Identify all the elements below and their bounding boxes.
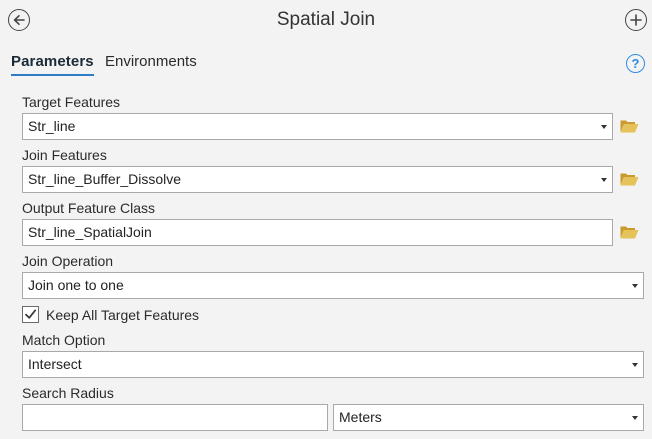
join-operation-label: Join Operation (22, 253, 114, 269)
match-option-dropdown[interactable]: Intersect (22, 351, 644, 378)
search-radius-unit-value: Meters (339, 409, 382, 425)
add-icon (630, 14, 642, 26)
pane-header: Spatial Join (0, 0, 652, 44)
chevron-down-icon (601, 125, 607, 129)
join-features-value: Str_line_Buffer_Dissolve (28, 171, 182, 187)
keep-all-target-features-checkbox[interactable] (22, 306, 39, 323)
chevron-down-icon (632, 284, 638, 288)
chevron-down-icon (601, 178, 607, 182)
match-option-value: Intersect (28, 356, 82, 372)
chevron-down-icon (632, 416, 638, 420)
search-radius-label: Search Radius (22, 385, 114, 401)
join-features-dropdown[interactable]: Str_line_Buffer_Dissolve (22, 166, 613, 193)
target-features-value: Str_line (28, 118, 76, 134)
output-feature-class-field[interactable]: Str_line_SpatialJoin (22, 219, 613, 246)
target-features-dropdown[interactable]: Str_line (22, 113, 613, 140)
target-features-label: Target Features (22, 94, 121, 110)
join-operation-dropdown[interactable]: Join one to one (22, 272, 644, 299)
browse-folder-icon[interactable] (620, 172, 639, 186)
browse-folder-icon[interactable] (620, 225, 639, 239)
output-feature-class-value: Str_line_SpatialJoin (28, 224, 152, 240)
tab-environments[interactable]: Environments (105, 53, 197, 70)
output-feature-class-label: Output Feature Class (22, 200, 156, 216)
checkmark-icon (25, 309, 37, 319)
keep-all-target-features-label: Keep All Target Features (46, 307, 200, 323)
join-features-label: Join Features (22, 147, 107, 163)
tab-parameters[interactable]: Parameters (11, 53, 94, 76)
add-button[interactable] (625, 9, 647, 31)
tool-title: Spatial Join (276, 9, 376, 30)
search-radius-unit-dropdown[interactable]: Meters (333, 404, 644, 431)
join-operation-value: Join one to one (28, 277, 124, 293)
search-radius-input[interactable] (22, 404, 328, 431)
chevron-down-icon (632, 363, 638, 367)
browse-folder-icon[interactable] (620, 119, 639, 133)
help-icon[interactable]: ? (626, 54, 645, 73)
match-option-label: Match Option (22, 332, 106, 348)
